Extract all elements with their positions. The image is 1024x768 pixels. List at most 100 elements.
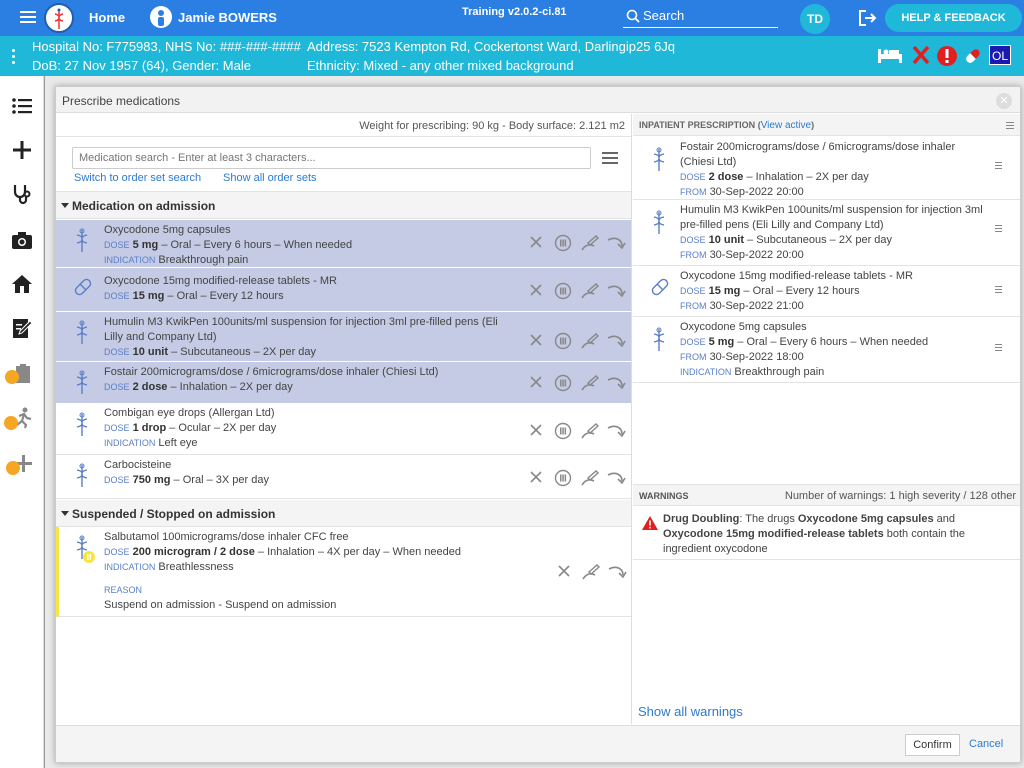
inpatient-menu-icon[interactable] (1006, 122, 1014, 131)
table-row[interactable]: Combigan eye drops (Allergan Ltd) DOSE 1… (56, 404, 631, 455)
dose-value: 15 mg (132, 290, 165, 302)
search-label: Search (643, 8, 685, 23)
list-item[interactable]: Oxycodone 15mg modified-release tablets … (633, 266, 1020, 317)
camera-icon[interactable] (10, 228, 34, 252)
help-feedback-button[interactable]: HELP & FEEDBACK (885, 4, 1022, 32)
stop-icon[interactable] (528, 282, 544, 298)
stop-icon[interactable] (556, 563, 572, 579)
stethoscope-icon[interactable] (10, 182, 34, 206)
global-search[interactable]: Search (623, 6, 778, 28)
continue-arrow-icon[interactable] (606, 469, 626, 487)
medication-search-input[interactable] (72, 147, 591, 169)
warning-type: Drug Doubling (663, 513, 740, 525)
edit-prescribe-icon[interactable] (580, 422, 600, 440)
stop-icon[interactable] (528, 374, 544, 390)
warning-text-2: and (933, 513, 956, 525)
bed-icon[interactable] (876, 45, 904, 65)
list-item[interactable]: Fostair 200micrograms/dose / 6micrograms… (633, 137, 1020, 200)
item-menu-icon[interactable] (995, 344, 1002, 353)
show-all-order-sets-link[interactable]: Show all order sets (223, 172, 317, 184)
continue-arrow-icon[interactable] (606, 234, 626, 252)
continue-arrow-icon[interactable] (607, 563, 627, 581)
pause-icon[interactable] (554, 469, 572, 487)
stop-icon[interactable] (528, 469, 544, 485)
house-icon[interactable] (10, 272, 34, 296)
section-suspended-stopped[interactable]: Suspended / Stopped on admission (56, 500, 631, 527)
list-item[interactable]: Humulin M3 KwikPen 100units/ml suspensio… (633, 200, 1020, 266)
stop-icon[interactable] (528, 422, 544, 438)
menu-icon[interactable] (20, 11, 36, 23)
table-row[interactable]: Oxycodone 15mg modified-release tablets … (56, 268, 631, 312)
table-row[interactable]: Oxycodone 5mg capsules DOSE 5 mg – Oral … (56, 220, 631, 268)
table-row[interactable]: Fostair 200micrograms/dose / 6micrograms… (56, 362, 631, 404)
warnings-title: WARNINGS (639, 491, 689, 501)
list-item[interactable]: Oxycodone 5mg capsules DOSE 5 mg – Oral … (633, 317, 1020, 383)
medication-icon (76, 228, 88, 252)
warning-item[interactable]: Drug Doubling: The drugs Oxycodone 5mg c… (633, 506, 1020, 560)
table-row[interactable]: Humulin M3 KwikPen 100units/ml suspensio… (56, 312, 631, 362)
close-icon[interactable]: ✕ (996, 93, 1012, 109)
confirm-button[interactable]: Confirm (905, 734, 960, 756)
logout-icon[interactable] (858, 9, 878, 27)
dose-details: – Subcutaneous – 2X per day (744, 234, 893, 246)
row-actions (528, 469, 628, 489)
edit-document-icon[interactable] (10, 316, 34, 340)
continue-arrow-icon[interactable] (606, 282, 626, 300)
show-all-warnings-link[interactable]: Show all warnings (638, 704, 743, 719)
edit-prescribe-icon[interactable] (580, 234, 600, 252)
item-menu-icon[interactable] (995, 162, 1002, 171)
warnings-count: Number of warnings: 1 high severity / 12… (784, 490, 1016, 502)
row-actions (528, 282, 628, 302)
order-set-search-link[interactable]: Switch to order set search (74, 172, 201, 184)
dose-value: 10 unit (132, 346, 169, 358)
pause-icon[interactable] (554, 282, 572, 300)
patient-address: Address: 7523 Kempton Rd, Cockertonst Wa… (307, 39, 676, 54)
ol-badge[interactable]: OL (989, 45, 1011, 65)
from-label: FROM (680, 187, 707, 197)
indication-value: Breathlessness (158, 561, 234, 573)
inpatient-header: INPATIENT PRESCRIPTION (View active) (633, 114, 1020, 136)
from-label: FROM (680, 352, 707, 362)
table-row[interactable]: Salbutamol 100micrograms/dose inhaler CF… (56, 527, 631, 617)
home-link[interactable]: Home (89, 10, 125, 25)
continue-arrow-icon[interactable] (606, 332, 626, 350)
edit-prescribe-icon[interactable] (581, 563, 601, 581)
patient-name[interactable]: Jamie BOWERS (178, 10, 277, 25)
pause-icon[interactable] (554, 374, 572, 392)
pause-icon[interactable] (554, 234, 572, 252)
dose-label: DOSE (680, 286, 706, 296)
add-icon[interactable] (10, 138, 34, 162)
pause-icon[interactable] (554, 332, 572, 350)
edit-prescribe-icon[interactable] (580, 374, 600, 392)
continue-arrow-icon[interactable] (606, 374, 626, 392)
search-menu-icon[interactable] (602, 152, 618, 167)
medication-name: Humulin M3 KwikPen 100units/ml suspensio… (680, 204, 983, 231)
from-value: 30-Sep-2022 20:00 (709, 249, 804, 261)
warning-drug-2: Oxycodone 15mg modified-release tablets (663, 528, 884, 540)
top-bar: Home Jamie BOWERS Training v2.0.2-ci.81 … (0, 0, 1024, 36)
medication-icon (76, 412, 88, 436)
indication-label: INDICATION (680, 367, 732, 377)
item-menu-icon[interactable] (995, 225, 1002, 234)
user-avatar[interactable]: TD (800, 4, 830, 34)
edit-prescribe-icon[interactable] (580, 469, 600, 487)
more-options-icon[interactable] (12, 49, 16, 67)
edit-prescribe-icon[interactable] (580, 332, 600, 350)
allergy-alert-icon[interactable] (936, 45, 958, 67)
lock-icon (5, 370, 19, 384)
pause-icon[interactable] (554, 422, 572, 440)
section-title: Suspended / Stopped on admission (72, 507, 276, 521)
indication-value: Breakthrough pain (158, 254, 249, 266)
stop-icon[interactable] (528, 234, 544, 250)
pill-icon[interactable] (962, 45, 984, 67)
continue-arrow-icon[interactable] (606, 422, 626, 440)
list-icon[interactable] (10, 94, 34, 118)
edit-prescribe-icon[interactable] (580, 282, 600, 300)
table-row[interactable]: Carbocisteine DOSE 750 mg – Oral – 3X pe… (56, 455, 631, 499)
section-medication-on-admission[interactable]: Medication on admission (56, 192, 631, 219)
view-active-link[interactable]: View active (761, 120, 811, 131)
item-menu-icon[interactable] (995, 286, 1002, 295)
cross-alert-icon[interactable] (912, 45, 930, 65)
stop-icon[interactable] (528, 332, 544, 348)
cancel-link[interactable]: Cancel (969, 738, 1003, 750)
